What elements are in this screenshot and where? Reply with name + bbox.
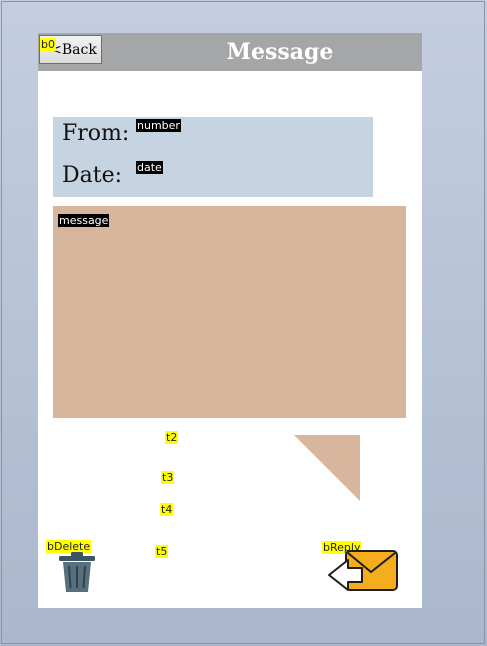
page-title: Message [226, 39, 334, 65]
message-date-field: date [136, 161, 163, 174]
envelope-reply-icon [328, 550, 398, 591]
sender-number-field: number [136, 119, 181, 132]
date-label: Date: [62, 163, 123, 188]
text-t3: t3 [161, 471, 175, 484]
message-screen: <Back Message From: Date: number date me… [38, 33, 422, 608]
reply-button[interactable]: bReply [320, 541, 402, 593]
delete-button[interactable]: bDelete [46, 540, 116, 594]
from-label: From: [62, 121, 130, 146]
back-button-label: <Back [50, 41, 97, 58]
text-t5: t5 [155, 545, 169, 558]
text-t2: t2 [165, 431, 179, 444]
text-t4: t4 [160, 503, 174, 516]
trash-can-icon [59, 552, 95, 592]
message-bubble-tail [294, 435, 360, 501]
message-body-field: message [58, 214, 110, 227]
back-button-tag: b0 [40, 38, 56, 51]
message-bubble: message [53, 206, 406, 418]
sender-info-panel: From: Date: number date [53, 117, 373, 197]
header-bar: <Back Message [38, 33, 422, 71]
